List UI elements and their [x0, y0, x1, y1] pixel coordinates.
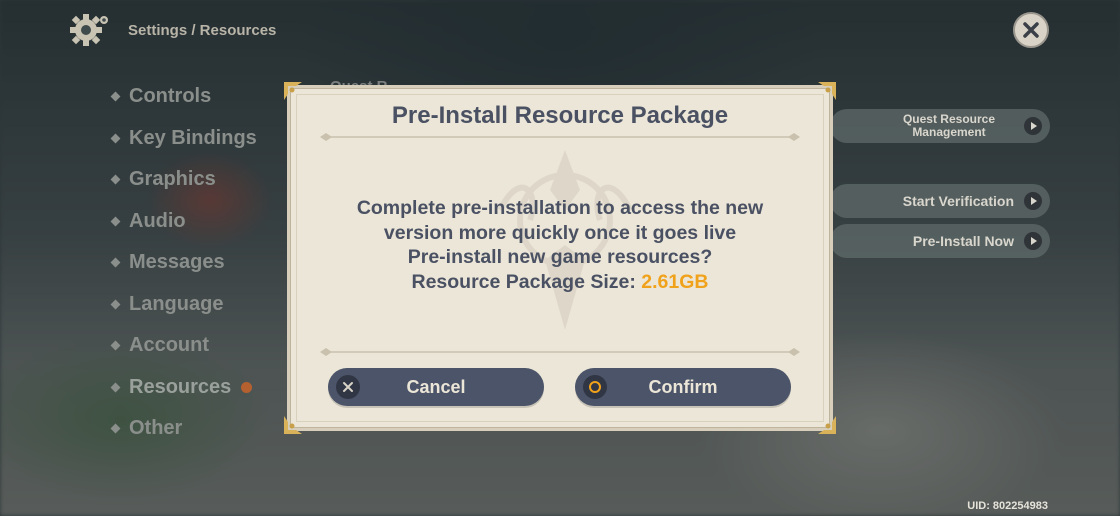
settings-header: Settings / Resources — [66, 12, 276, 48]
message-line: Pre-install new game resources? — [407, 246, 713, 268]
sidebar-item-label: Messages — [129, 251, 225, 274]
pre-install-now-button[interactable]: Pre-Install Now — [830, 224, 1050, 258]
sidebar-item-key-bindings[interactable]: Key Bindings — [110, 118, 257, 160]
uid-label: UID: 802254983 — [967, 500, 1048, 512]
button-label: Quest Resource Management — [902, 112, 996, 139]
corner-ornament-icon — [818, 82, 836, 100]
sidebar-item-label: Key Bindings — [129, 126, 257, 149]
sidebar-item-label: Audio — [129, 209, 186, 232]
sidebar-item-language[interactable]: Language — [110, 284, 257, 326]
diamond-bullet-icon — [110, 257, 121, 268]
size-label: Resource Package Size: — [411, 270, 642, 293]
sidebar-item-resources[interactable]: Resources — [110, 367, 257, 409]
sidebar-item-account[interactable]: Account — [110, 325, 257, 367]
breadcrumb: Settings / Resources — [128, 21, 277, 39]
sidebar-item-label: Other — [129, 417, 183, 440]
sidebar-item-label: Graphics — [129, 168, 216, 191]
diamond-bullet-icon — [110, 133, 121, 144]
corner-ornament-icon — [818, 416, 836, 434]
button-label: Pre-Install Now — [912, 233, 1014, 249]
gear-icon — [70, 14, 108, 46]
corner-ornament-icon — [284, 416, 302, 434]
ornamental-divider — [320, 133, 800, 141]
arrow-right-icon — [1024, 232, 1042, 250]
size-value: 2.61GB — [641, 270, 709, 293]
cancel-button[interactable]: Cancel — [328, 368, 544, 406]
quest-resource-management-button[interactable]: Quest Resource Management — [830, 109, 1050, 143]
sidebar-item-audio[interactable]: Audio — [110, 201, 257, 243]
diamond-bullet-icon — [110, 174, 121, 185]
sidebar-item-messages[interactable]: Messages — [110, 242, 257, 284]
sidebar-item-label: Resources — [129, 375, 232, 398]
alert-badge-icon — [241, 381, 253, 393]
cancel-label: Cancel — [406, 376, 466, 397]
cancel-x-icon — [336, 375, 360, 399]
sidebar-item-label: Controls — [129, 85, 212, 108]
ornamental-divider — [320, 348, 800, 356]
sidebar-item-other[interactable]: Other — [110, 408, 257, 450]
sidebar-item-label: Account — [129, 334, 209, 357]
sidebar-item-label: Language — [129, 292, 224, 315]
arrow-right-icon — [1024, 192, 1042, 210]
close-button[interactable] — [1013, 12, 1049, 48]
start-verification-button[interactable]: Start Verification — [830, 184, 1050, 218]
sidebar-item-controls[interactable]: Controls — [110, 76, 257, 118]
settings-sidebar: Controls Key Bindings Graphics Audio Mes… — [110, 76, 257, 450]
resource-size-line: Resource Package Size: 2.61GB — [290, 270, 830, 295]
confirm-label: Confirm — [648, 376, 718, 397]
button-label: Start Verification — [902, 193, 1014, 209]
diamond-bullet-icon — [110, 91, 121, 102]
confirm-button[interactable]: Confirm — [575, 368, 791, 406]
diamond-bullet-icon — [110, 340, 121, 351]
diamond-bullet-icon — [110, 382, 121, 393]
diamond-bullet-icon — [110, 299, 121, 310]
diamond-bullet-icon — [110, 423, 121, 434]
arrow-right-icon — [1024, 117, 1042, 135]
pre-install-dialog: Pre-Install Resource Package Complete pr… — [284, 82, 836, 434]
confirm-circle-icon — [583, 375, 607, 399]
message-line: version more quickly once it goes live — [383, 221, 737, 244]
dialog-message: Complete pre-installation to access the … — [290, 196, 830, 294]
message-line: Complete pre-installation to access the … — [356, 197, 764, 219]
corner-ornament-icon — [284, 82, 302, 100]
close-icon — [1023, 22, 1039, 38]
sidebar-item-graphics[interactable]: Graphics — [110, 159, 257, 201]
diamond-bullet-icon — [110, 216, 121, 227]
dialog-title: Pre-Install Resource Package — [391, 102, 729, 129]
